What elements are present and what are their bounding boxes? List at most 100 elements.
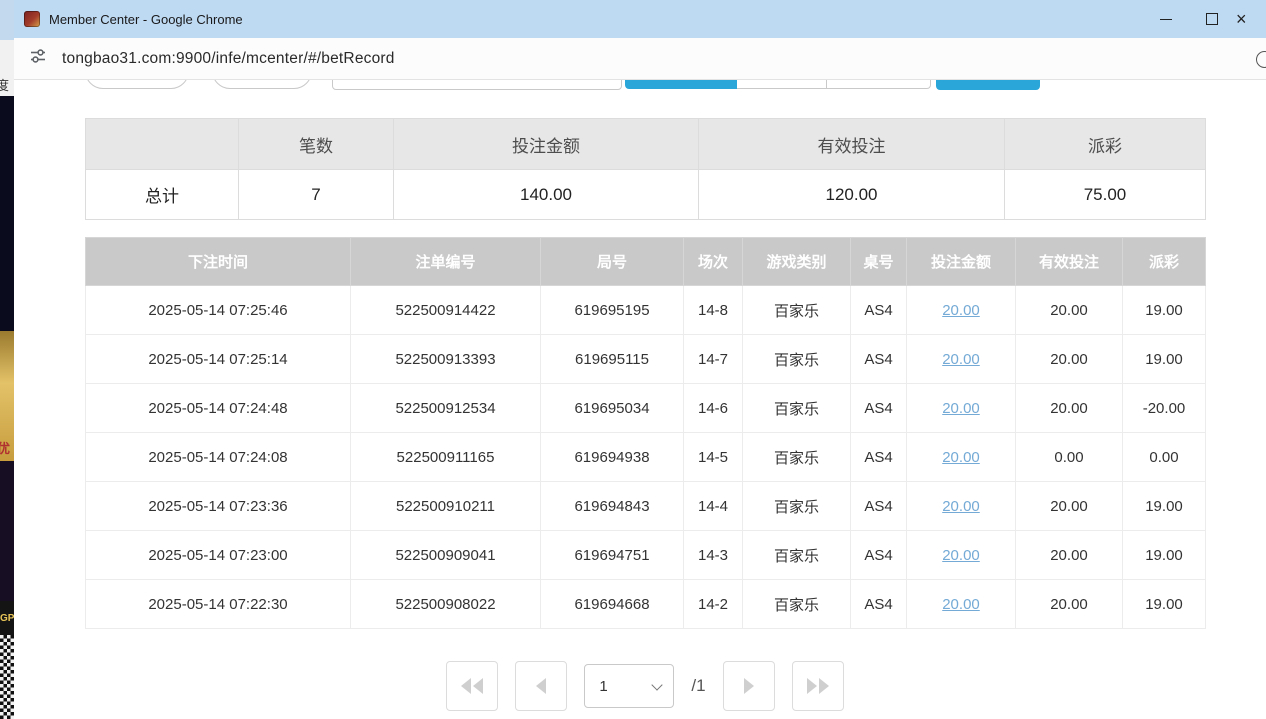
strip-text-fragment: GP — [0, 601, 14, 635]
search-button[interactable] — [936, 80, 1040, 90]
maximize-button[interactable] — [1189, 0, 1235, 38]
summary-table: 笔数 投注金额 有效投注 派彩 总计 7 140.00 120.00 75.00 — [85, 118, 1206, 220]
prev-page-button[interactable] — [515, 661, 567, 711]
page-select[interactable]: 1 — [585, 665, 673, 707]
cell-order-id: 522500914422 — [351, 286, 541, 335]
cell-payout: 19.00 — [1123, 531, 1206, 580]
summary-total-label: 总计 — [86, 170, 239, 220]
cell-session: 14-3 — [684, 531, 743, 580]
bet-row: 2025-05-14 07:22:30 522500908022 6196946… — [86, 580, 1206, 629]
summary-header-empty — [86, 119, 239, 170]
cell-order-id: 522500911165 — [351, 433, 541, 482]
header-bet-time: 下注时间 — [86, 238, 351, 286]
cell-payout: 19.00 — [1123, 335, 1206, 384]
cell-bet-amount: 20.00 — [907, 531, 1016, 580]
summary-header-valid-bet: 有效投注 — [699, 119, 1005, 170]
minimize-icon — [1160, 19, 1172, 20]
cell-table-no: AS4 — [851, 580, 907, 629]
cell-session: 14-2 — [684, 580, 743, 629]
cell-table-no: AS4 — [851, 286, 907, 335]
toolbar-pill-button-1[interactable] — [85, 80, 189, 89]
next-page-button[interactable] — [723, 661, 775, 711]
cell-round-id: 619695195 — [541, 286, 684, 335]
background-window-strip: 度 优 GP — [0, 0, 14, 719]
cell-payout: 19.00 — [1123, 482, 1206, 531]
quick-filter-active-button[interactable] — [625, 80, 737, 89]
strip-segment — [0, 96, 14, 331]
cell-session: 14-7 — [684, 335, 743, 384]
quick-filter-button-3[interactable] — [827, 80, 931, 89]
bet-amount-link[interactable]: 20.00 — [942, 302, 980, 319]
cell-game-type: 百家乐 — [743, 335, 851, 384]
cell-valid-bet: 20.00 — [1016, 384, 1123, 433]
quick-filter-button-2[interactable] — [737, 80, 827, 89]
cell-bet-amount: 20.00 — [907, 384, 1016, 433]
cell-round-id: 619694751 — [541, 531, 684, 580]
bet-amount-link[interactable]: 20.00 — [942, 449, 980, 466]
cell-order-id: 522500910211 — [351, 482, 541, 531]
bet-record-table: 下注时间 注单编号 局号 场次 游戏类别 桌号 投注金额 有效投注 派彩 — [85, 237, 1206, 629]
cell-bet-time: 2025-05-14 07:24:08 — [86, 433, 351, 482]
bet-record-page: 笔数 投注金额 有效投注 派彩 总计 7 140.00 120.00 75.00 — [14, 80, 1205, 711]
close-button[interactable]: × — [1235, 0, 1266, 38]
chrome-window: Member Center - Google Chrome × tongbao3… — [14, 0, 1266, 719]
profile-icon[interactable] — [1256, 51, 1266, 68]
right-arrow-icon — [744, 678, 754, 694]
cell-game-type: 百家乐 — [743, 531, 851, 580]
strip-text-fragment: 优 — [0, 438, 10, 457]
cell-bet-amount: 20.00 — [907, 286, 1016, 335]
cell-round-id: 619695115 — [541, 335, 684, 384]
header-table-no: 桌号 — [851, 238, 907, 286]
bet-amount-link[interactable]: 20.00 — [942, 498, 980, 515]
cell-table-no: AS4 — [851, 335, 907, 384]
tune-icon[interactable] — [29, 47, 47, 70]
strip-segment: 度 — [0, 40, 14, 96]
toolbar-input[interactable] — [332, 80, 622, 90]
left-arrow-icon — [536, 678, 546, 694]
cell-table-no: AS4 — [851, 482, 907, 531]
bet-amount-link[interactable]: 20.00 — [942, 400, 980, 417]
cell-valid-bet: 20.00 — [1016, 286, 1123, 335]
summary-payout-value: 75.00 — [1005, 170, 1206, 220]
double-right-arrow-icon — [819, 678, 829, 694]
cell-session: 14-6 — [684, 384, 743, 433]
cell-game-type: 百家乐 — [743, 384, 851, 433]
window-titlebar: Member Center - Google Chrome × — [14, 0, 1266, 38]
filter-toolbar — [14, 80, 1266, 90]
summary-valid-bet-value: 120.00 — [699, 170, 1005, 220]
bet-amount-link[interactable]: 20.00 — [942, 351, 980, 368]
strip-text-fragment: 度 — [0, 75, 9, 94]
bet-header-row: 下注时间 注单编号 局号 场次 游戏类别 桌号 投注金额 有效投注 派彩 — [86, 238, 1206, 286]
maximize-icon — [1206, 13, 1218, 25]
strip-segment: 优 — [0, 331, 14, 461]
url-input[interactable]: tongbao31.com:9900/infe/mcenter/#/betRec… — [62, 50, 395, 68]
page-content: 笔数 投注金额 有效投注 派彩 总计 7 140.00 120.00 75.00 — [14, 80, 1266, 719]
toolbar-pill-button-2[interactable] — [212, 80, 312, 89]
header-valid-bet: 有效投注 — [1016, 238, 1123, 286]
cell-bet-amount: 20.00 — [907, 482, 1016, 531]
last-page-button[interactable] — [792, 661, 844, 711]
header-bet-amount: 投注金额 — [907, 238, 1016, 286]
cell-payout: -20.00 — [1123, 384, 1206, 433]
cell-game-type: 百家乐 — [743, 580, 851, 629]
cell-bet-time: 2025-05-14 07:25:14 — [86, 335, 351, 384]
summary-bet-amount-value: 140.00 — [394, 170, 699, 220]
close-icon: × — [1236, 10, 1247, 28]
cell-session: 14-4 — [684, 482, 743, 531]
bet-amount-link[interactable]: 20.00 — [942, 596, 980, 613]
first-page-button[interactable] — [446, 661, 498, 711]
qr-code-fragment — [0, 635, 14, 719]
cell-round-id: 619694668 — [541, 580, 684, 629]
bet-amount-link[interactable]: 20.00 — [942, 547, 980, 564]
cell-bet-time: 2025-05-14 07:23:36 — [86, 482, 351, 531]
cell-bet-amount: 20.00 — [907, 335, 1016, 384]
header-game-type: 游戏类别 — [743, 238, 851, 286]
cell-valid-bet: 20.00 — [1016, 580, 1123, 629]
cell-round-id: 619694843 — [541, 482, 684, 531]
minimize-button[interactable] — [1143, 0, 1189, 38]
cell-payout: 19.00 — [1123, 580, 1206, 629]
cell-bet-amount: 20.00 — [907, 433, 1016, 482]
bet-table-wrap: 下注时间 注单编号 局号 场次 游戏类别 桌号 投注金额 有效投注 派彩 — [85, 237, 1205, 629]
cell-round-id: 619694938 — [541, 433, 684, 482]
cell-bet-amount: 20.00 — [907, 580, 1016, 629]
